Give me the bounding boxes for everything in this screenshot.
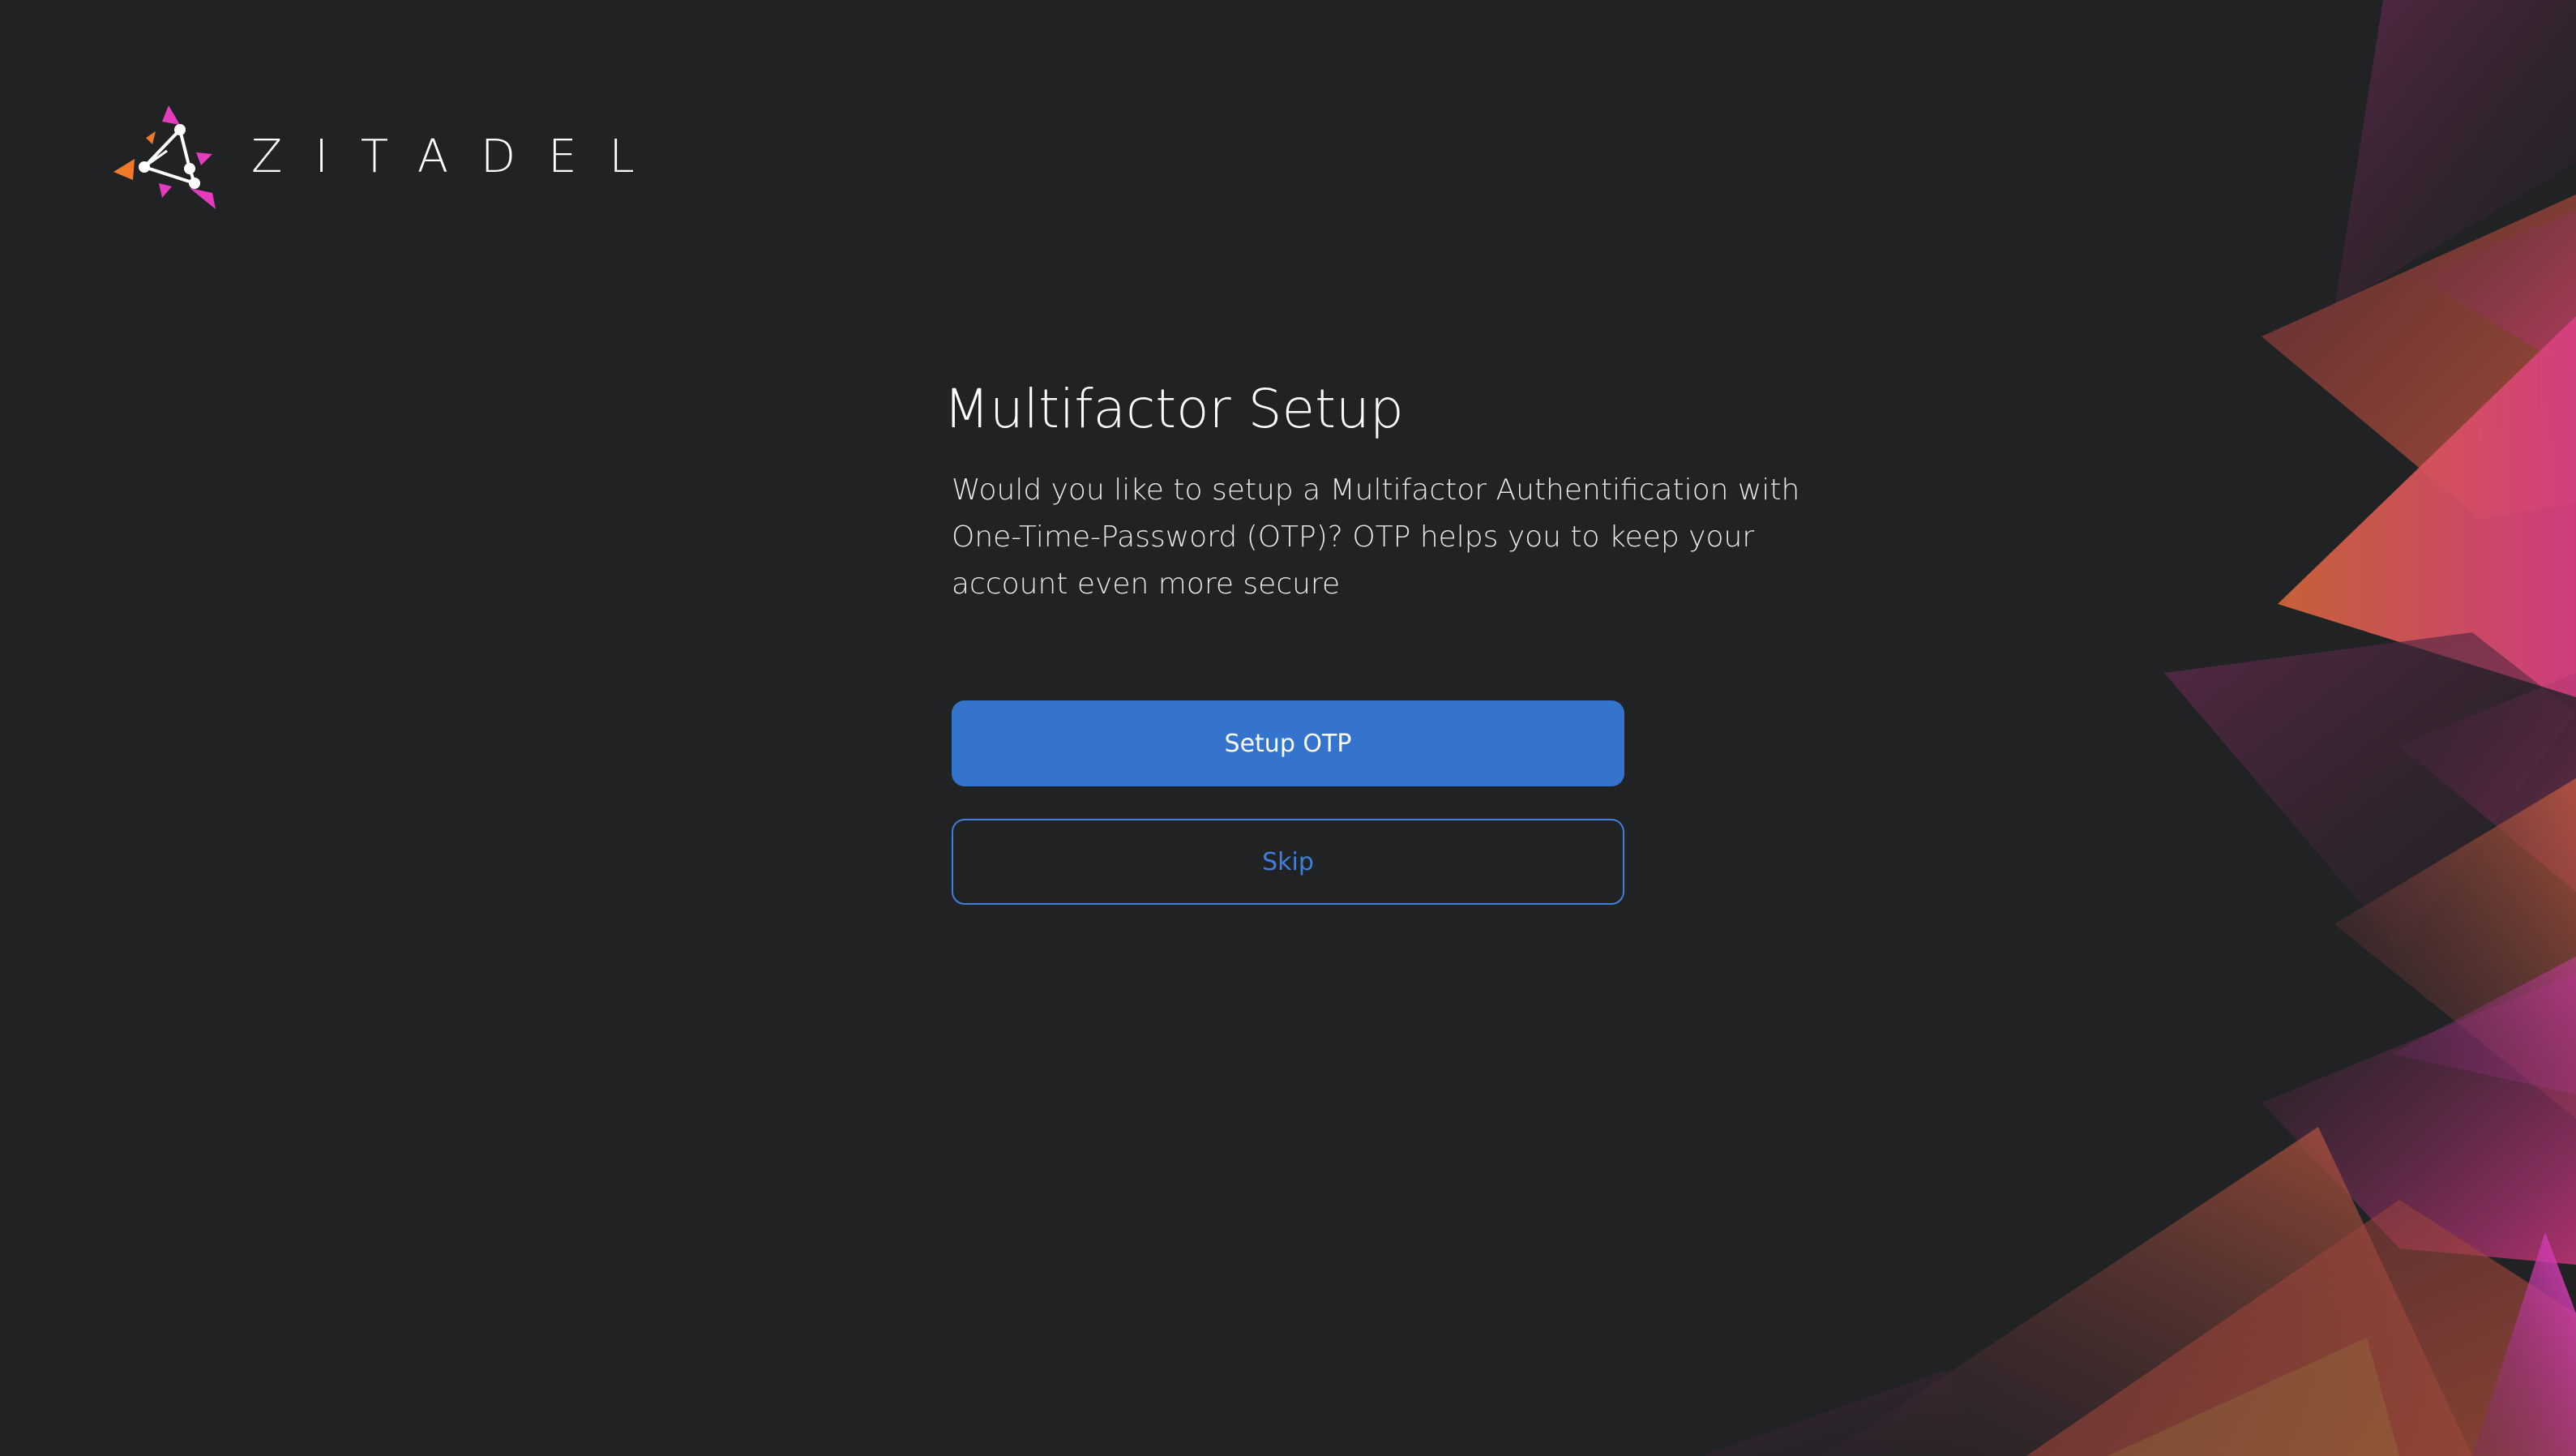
skip-button[interactable]: Skip: [952, 819, 1624, 905]
page-description: Would you like to setup a Multifactor Au…: [952, 473, 1800, 601]
zitadel-triangle-logo-icon: [113, 105, 216, 209]
mfa-prompt-content: Multifactor Setup Would you like to setu…: [944, 373, 1876, 905]
mfa-prompt-page: ZITADEL Multifactor Setup Would you like…: [0, 0, 2576, 1456]
brand-name: ZITADEL: [251, 131, 667, 183]
page-title: Multifactor Setup: [944, 378, 1404, 440]
zitadel-logo: ZITADEL: [110, 101, 667, 214]
setup-otp-button[interactable]: Setup OTP: [952, 700, 1624, 786]
